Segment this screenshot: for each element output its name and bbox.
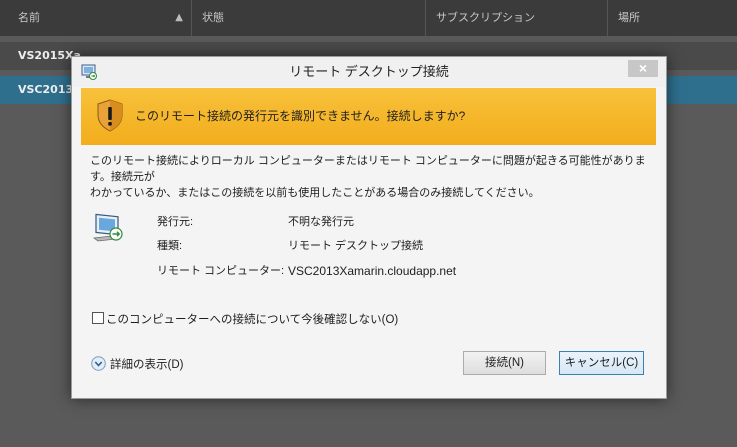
remote-computer-label: リモート コンピューター: <box>157 265 285 277</box>
cancel-button[interactable]: キャンセル(C) <box>559 351 644 375</box>
show-details-label: 詳細の表示(D) <box>110 359 184 371</box>
remote-computer-value: VSC2013Xamarin.cloudapp.net <box>288 264 457 278</box>
description: このリモート接続によりローカル コンピューターまたはリモート コンピューターに問… <box>90 153 655 201</box>
warning-text: このリモート接続の発行元を識別できません。接続しますか? <box>135 109 466 123</box>
column-name-label: 名前 <box>18 11 40 24</box>
title-bar[interactable]: リモート デスクトップ接続 × <box>72 57 666 87</box>
remote-desktop-dialog: リモート デスクトップ接続 × このリモート接続の発行元を識別できません。接続し… <box>71 56 667 399</box>
computer-icon <box>92 213 123 242</box>
shield-warning-icon <box>97 99 123 132</box>
dont-ask-again-checkbox[interactable]: このコンピューターへの接続について今後確認しない(O) <box>92 312 398 326</box>
sort-up-icon: ▲ <box>175 12 183 23</box>
column-status-label: 状態 <box>202 11 224 24</box>
description-line: わかっているか、またはこの接続を以前も使用したことがある場合のみ接続してください… <box>90 187 540 199</box>
publisher-label: 発行元: <box>157 216 194 228</box>
close-button[interactable]: × <box>628 60 658 77</box>
chevron-down-icon[interactable] <box>91 356 106 371</box>
column-location[interactable]: 場所 <box>608 0 737 36</box>
show-details-toggle[interactable]: 詳細の表示(D) <box>91 356 183 372</box>
list-header: 名前 ▲ 状態 サブスクリプション 場所 <box>0 0 737 36</box>
column-status[interactable]: 状態 <box>192 0 426 36</box>
connect-button[interactable]: 接続(N) <box>463 351 546 375</box>
type-value: リモート デスクトップ接続 <box>288 240 424 252</box>
dont-ask-again-label: このコンピューターへの接続について今後確認しない(O) <box>106 314 399 326</box>
warning-banner: このリモート接続の発行元を識別できません。接続しますか? <box>81 88 656 145</box>
dialog-title: リモート デスクトップ接続 <box>289 64 449 79</box>
checkbox-box[interactable] <box>92 312 104 324</box>
column-location-label: 場所 <box>618 11 640 24</box>
column-name[interactable]: 名前 ▲ <box>8 0 192 36</box>
description-line: このリモート接続によりローカル コンピューターまたはリモート コンピューターに問… <box>90 155 646 183</box>
column-subscription-label: サブスクリプション <box>436 11 535 24</box>
publisher-value: 不明な発行元 <box>288 216 354 228</box>
type-label: 種類: <box>157 240 183 252</box>
column-subscription[interactable]: サブスクリプション <box>426 0 608 36</box>
